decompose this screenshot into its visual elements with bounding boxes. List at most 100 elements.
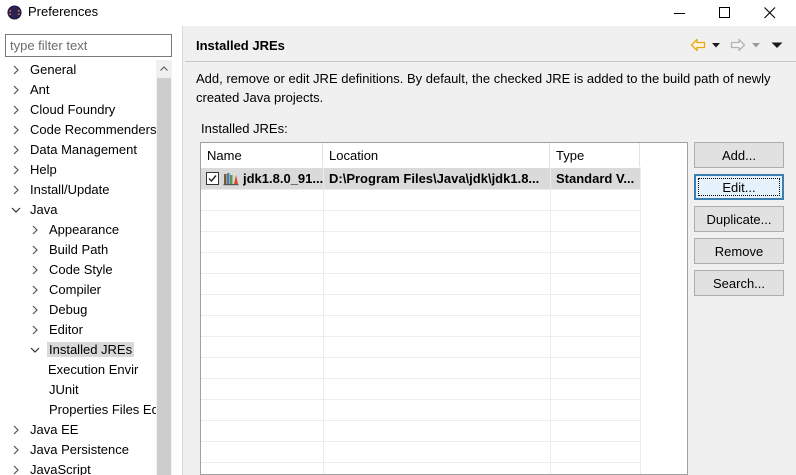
back-arrow-icon[interactable] bbox=[690, 36, 706, 54]
chevron-right-icon[interactable] bbox=[11, 465, 21, 475]
chevron-right-icon[interactable] bbox=[30, 245, 40, 255]
chevron-right-icon[interactable] bbox=[11, 185, 21, 195]
table-row-divider bbox=[201, 189, 641, 190]
column-header-location[interactable]: Location bbox=[323, 143, 550, 167]
column-header-filler bbox=[640, 143, 687, 167]
chevron-up-icon bbox=[160, 66, 168, 71]
preferences-tree: General Ant Cloud Foundry Code Recommenders… bbox=[0, 60, 156, 475]
tree-item-appearance[interactable]: Appearance bbox=[0, 220, 156, 240]
tree-item-label: Install/Update bbox=[30, 182, 110, 197]
search-button[interactable]: Search... bbox=[694, 270, 784, 296]
tree-item-general[interactable]: General bbox=[0, 60, 156, 80]
column-header-type[interactable]: Type bbox=[550, 143, 640, 167]
duplicate-button-label: Duplicate... bbox=[706, 211, 772, 227]
tree-item-data-management[interactable]: Data Management bbox=[0, 140, 156, 160]
tree-item-label: Cloud Foundry bbox=[30, 102, 116, 117]
chevron-right-icon[interactable] bbox=[11, 125, 21, 135]
tree-item-ant[interactable]: Ant bbox=[0, 80, 156, 100]
chevron-right-icon[interactable] bbox=[30, 285, 40, 295]
table-row-divider bbox=[201, 231, 641, 232]
window-title: Preferences bbox=[28, 4, 99, 19]
chevron-right-icon[interactable] bbox=[11, 145, 21, 155]
chevron-right-icon[interactable] bbox=[30, 325, 40, 335]
filter-input[interactable] bbox=[5, 34, 172, 57]
view-menu-icon[interactable] bbox=[771, 36, 783, 54]
tree-item-install-update[interactable]: Install/Update bbox=[0, 180, 156, 200]
page-description: Add, remove or edit JRE definitions. By … bbox=[196, 71, 771, 105]
tree-item-label: Help bbox=[30, 162, 57, 177]
tree-item-label: Properties Files Ed bbox=[49, 402, 156, 417]
chevron-down-icon[interactable] bbox=[30, 345, 40, 355]
preference-page: Installed JREs Add, remove or edit JRE d… bbox=[183, 26, 796, 475]
eclipse-app-icon bbox=[7, 5, 22, 20]
tree-item-java-ee[interactable]: Java EE bbox=[0, 420, 156, 440]
tree-scrollbar[interactable] bbox=[156, 60, 172, 475]
add-button[interactable]: Add... bbox=[694, 142, 784, 168]
duplicate-button[interactable]: Duplicate... bbox=[694, 206, 784, 232]
jre-name: jdk1.8.0_91... bbox=[243, 171, 323, 186]
table-row[interactable]: jdk1.8.0_91... D:\Program Files\Java\jdk… bbox=[201, 168, 641, 189]
tree-item-debug[interactable]: Debug bbox=[0, 300, 156, 320]
chevron-right-icon[interactable] bbox=[11, 425, 21, 435]
maximize-button[interactable] bbox=[705, 0, 745, 26]
forward-history-dropdown-icon[interactable] bbox=[751, 36, 761, 54]
tree-item-label: General bbox=[30, 62, 77, 77]
tree-item-label: JUnit bbox=[49, 382, 79, 397]
chevron-right-icon[interactable] bbox=[11, 85, 21, 95]
chevron-right-icon[interactable] bbox=[30, 305, 40, 315]
jre-checkbox[interactable] bbox=[206, 172, 219, 185]
tree-item-installed-jres[interactable]: Installed JREs bbox=[0, 340, 156, 360]
tree-item-cloud-foundry[interactable]: Cloud Foundry bbox=[0, 100, 156, 120]
tree-item-label: Execution Envir bbox=[48, 362, 139, 377]
tree-item-label: Build Path bbox=[49, 242, 109, 257]
tree-item-execution-envir[interactable]: Execution Envir bbox=[0, 360, 156, 380]
edit-button[interactable]: Edit... bbox=[694, 174, 784, 200]
close-icon bbox=[764, 7, 776, 19]
table-row-divider bbox=[201, 462, 641, 463]
scroll-up-button[interactable] bbox=[156, 60, 172, 77]
jre-library-icon bbox=[223, 173, 239, 186]
minimize-button[interactable] bbox=[660, 0, 700, 26]
forward-arrow-icon[interactable] bbox=[730, 36, 746, 54]
checkmark-icon bbox=[208, 175, 217, 183]
tree-item-code-recommenders[interactable]: Code Recommenders bbox=[0, 120, 156, 140]
table-row-divider bbox=[201, 210, 641, 211]
tree-item-build-path[interactable]: Build Path bbox=[0, 240, 156, 260]
tree-item-label: Data Management bbox=[30, 142, 137, 157]
tree-item-javascript[interactable]: JavaScript bbox=[0, 460, 156, 475]
chevron-down-icon[interactable] bbox=[11, 205, 21, 215]
jre-location: D:\Program Files\Java\jdk\jdk1.8... bbox=[329, 171, 540, 186]
table-row-divider bbox=[201, 378, 641, 379]
tree-item-properties-files-ed[interactable]: Properties Files Ed bbox=[0, 400, 156, 420]
installed-jres-label: Installed JREs: bbox=[201, 121, 288, 136]
installed-jres-label-text: Installed JREs: bbox=[201, 121, 288, 136]
table-row-divider bbox=[201, 273, 641, 274]
tree-item-code-style[interactable]: Code Style bbox=[0, 260, 156, 280]
tree-item-java-persistence[interactable]: Java Persistence bbox=[0, 440, 156, 460]
tree-item-java[interactable]: Java bbox=[0, 200, 156, 220]
chevron-right-icon[interactable] bbox=[30, 225, 40, 235]
column-header-name[interactable]: Name bbox=[201, 143, 323, 167]
tree-item-junit[interactable]: JUnit bbox=[0, 380, 156, 400]
tree-item-compiler[interactable]: Compiler bbox=[0, 280, 156, 300]
scroll-thumb[interactable] bbox=[157, 78, 171, 475]
chevron-right-icon[interactable] bbox=[30, 265, 40, 275]
chevron-right-icon[interactable] bbox=[11, 105, 21, 115]
tree-item-help[interactable]: Help bbox=[0, 160, 156, 180]
remove-button[interactable]: Remove bbox=[694, 238, 784, 264]
tree-item-label: Java bbox=[30, 202, 58, 217]
jre-table: Name Location Type jdk1.8.0_91... D:\Pro… bbox=[200, 142, 688, 475]
back-history-dropdown-icon[interactable] bbox=[711, 36, 721, 54]
tree-item-editor[interactable]: Editor bbox=[0, 320, 156, 340]
chevron-right-icon[interactable] bbox=[11, 65, 21, 75]
chevron-right-icon[interactable] bbox=[11, 165, 21, 175]
table-row-divider bbox=[201, 315, 641, 316]
tree-item-label: Code Recommenders bbox=[30, 122, 156, 137]
table-row-divider bbox=[201, 441, 641, 442]
chevron-right-icon[interactable] bbox=[11, 445, 21, 455]
remove-button-label: Remove bbox=[714, 243, 764, 259]
tree-item-label: Appearance bbox=[49, 222, 120, 237]
close-button[interactable] bbox=[750, 0, 790, 26]
table-column-divider bbox=[640, 167, 641, 474]
table-row-divider bbox=[201, 294, 641, 295]
